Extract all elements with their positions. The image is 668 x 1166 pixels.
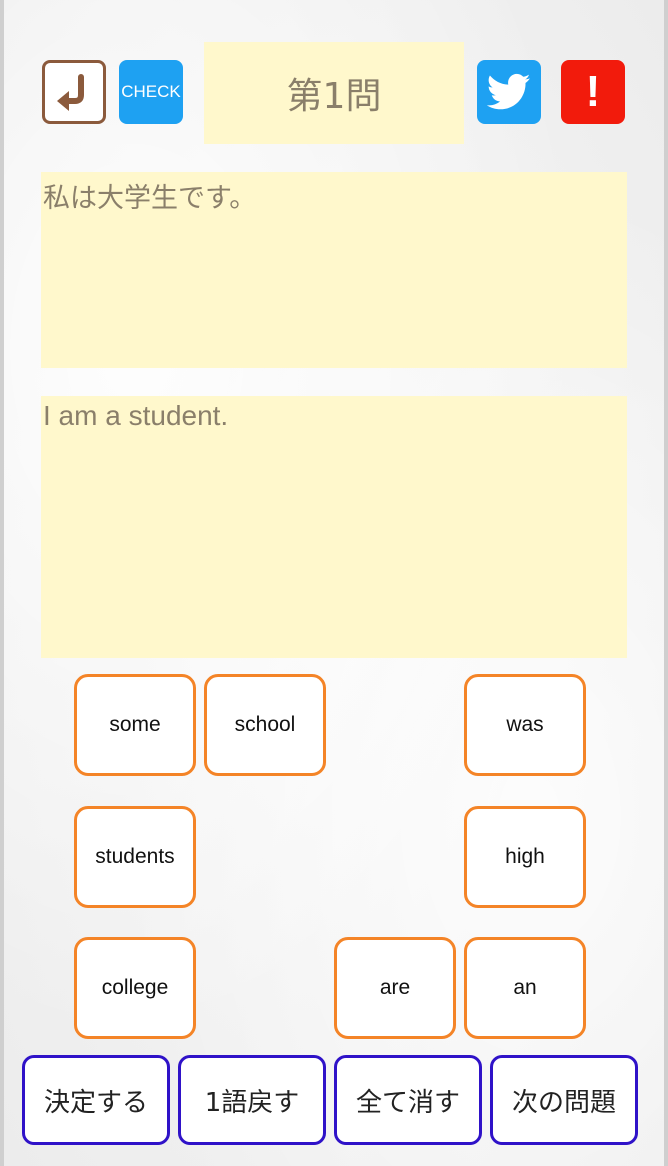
word-tile[interactable]: an — [464, 937, 586, 1039]
right-edge — [664, 0, 668, 1166]
check-button[interactable]: CHECK — [119, 60, 183, 124]
word-tile[interactable]: college — [74, 937, 196, 1039]
check-label: CHECK — [121, 82, 181, 101]
word-tile[interactable]: students — [74, 806, 196, 908]
clear-all-label: 全て消す — [355, 1087, 460, 1118]
word-tile[interactable]: are — [334, 937, 456, 1039]
decide-button[interactable]: 決定する — [22, 1055, 170, 1145]
word-tile[interactable]: some — [74, 674, 196, 776]
report-button[interactable]: ! — [561, 60, 625, 124]
clear-all-button[interactable]: 全て消す — [334, 1055, 482, 1145]
word-tile[interactable]: school — [204, 674, 326, 776]
word-label: high — [505, 845, 545, 868]
word-label: school — [234, 713, 296, 736]
exclamation-icon: ! — [585, 67, 601, 116]
undo-one-word-label: 1語戻す — [204, 1087, 300, 1118]
word-label: college — [101, 976, 169, 999]
question-title: 第1問 — [204, 42, 464, 144]
left-edge — [0, 0, 4, 1166]
japanese-sentence-panel: 私は大学生です。 — [41, 172, 627, 368]
answer-text: I am a student. — [43, 400, 229, 431]
question-title-text: 第1問 — [286, 76, 382, 117]
decide-label: 決定する — [43, 1087, 148, 1118]
word-label: students — [95, 845, 175, 868]
return-arrow-icon — [57, 74, 84, 111]
app-screen: CHECK 第1問 ! 私は大学生です。 I am a student. som… — [0, 0, 668, 1166]
next-question-label: 次の問題 — [511, 1087, 616, 1118]
twitter-share-button[interactable] — [477, 60, 541, 124]
japanese-sentence: 私は大学生です。 — [43, 183, 257, 214]
word-label: are — [379, 976, 411, 999]
word-label: an — [513, 976, 537, 999]
word-label: some — [109, 713, 161, 736]
word-tile[interactable]: was — [464, 674, 586, 776]
word-label: was — [506, 713, 544, 736]
back-button[interactable] — [42, 60, 106, 124]
undo-one-word-button[interactable]: 1語戻す — [178, 1055, 326, 1145]
answer-panel: I am a student. — [41, 396, 627, 658]
twitter-bird-icon — [487, 73, 531, 110]
word-tile[interactable]: high — [464, 806, 586, 908]
next-question-button[interactable]: 次の問題 — [490, 1055, 638, 1145]
